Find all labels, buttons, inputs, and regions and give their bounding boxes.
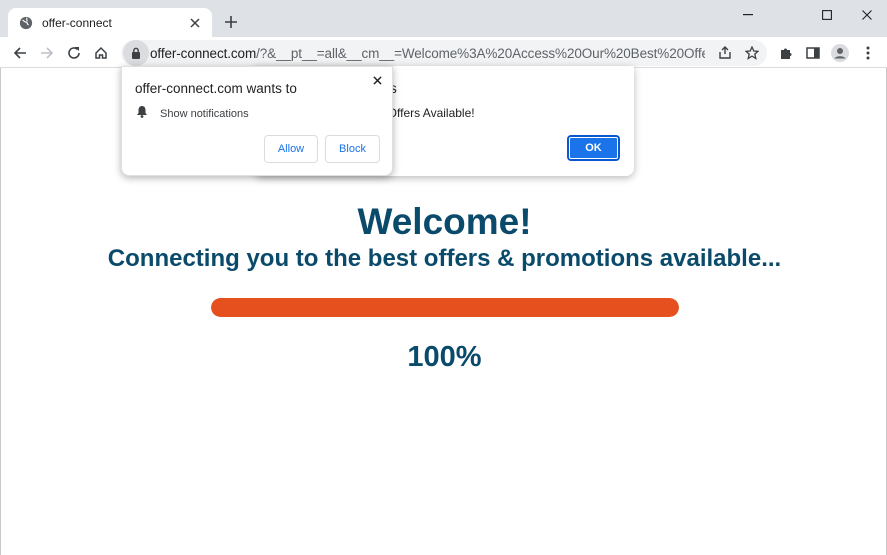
window-close-icon[interactable] — [847, 0, 887, 30]
permission-label: Show notifications — [160, 108, 249, 120]
address-bar[interactable]: offer-connect.com/?&__pt__=all&__cm__=We… — [121, 40, 767, 66]
globe-icon — [18, 15, 34, 31]
page-heading: Welcome! — [357, 201, 532, 242]
alert-ok-button[interactable]: OK — [567, 135, 620, 161]
progress-bar-fill — [211, 298, 679, 317]
notification-permission-prompt: offer-connect.com wants to Show notifica… — [121, 66, 393, 176]
forward-arrow-icon[interactable] — [34, 40, 60, 66]
tab-close-icon[interactable] — [186, 14, 204, 32]
home-icon[interactable] — [88, 40, 114, 66]
block-button[interactable]: Block — [325, 135, 380, 163]
profile-avatar-icon[interactable] — [827, 40, 853, 66]
menu-kebab-icon[interactable] — [855, 40, 881, 66]
prompt-title: offer-connect.com wants to — [135, 81, 297, 96]
url-host: offer-connect.com — [150, 45, 257, 61]
share-icon[interactable] — [712, 40, 738, 66]
extensions-puzzle-icon[interactable] — [773, 40, 799, 66]
url-path: /?&__pt__=all&__cm__=Welcome%3A%20Access… — [256, 45, 705, 61]
side-panel-icon[interactable] — [800, 40, 826, 66]
prompt-close-icon[interactable] — [368, 71, 386, 89]
progress-bar — [211, 298, 679, 317]
bookmark-star-icon[interactable] — [739, 40, 765, 66]
alert-message: t Offers Available! — [381, 106, 475, 120]
page-subheading: Connecting you to the best offers & prom… — [107, 245, 782, 272]
url-text[interactable]: offer-connect.com/?&__pt__=all&__cm__=We… — [150, 46, 705, 61]
permission-row: Show notifications — [136, 105, 249, 123]
reload-icon[interactable] — [61, 40, 87, 66]
maximize-icon[interactable] — [807, 0, 847, 30]
browser-toolbar: offer-connect.com/?&__pt__=all&__cm__=We… — [0, 37, 887, 68]
tab-strip: offer-connect — [0, 0, 887, 37]
tab-offer-connect[interactable]: offer-connect — [8, 8, 212, 37]
minimize-icon[interactable] — [728, 0, 768, 30]
allow-button[interactable]: Allow — [264, 135, 318, 163]
bell-icon — [136, 105, 148, 123]
new-tab-button[interactable] — [220, 11, 242, 33]
lock-icon[interactable] — [123, 40, 149, 66]
progress-percent: 100% — [407, 341, 482, 373]
back-arrow-icon[interactable] — [7, 40, 33, 66]
tab-title: offer-connect — [42, 15, 112, 30]
